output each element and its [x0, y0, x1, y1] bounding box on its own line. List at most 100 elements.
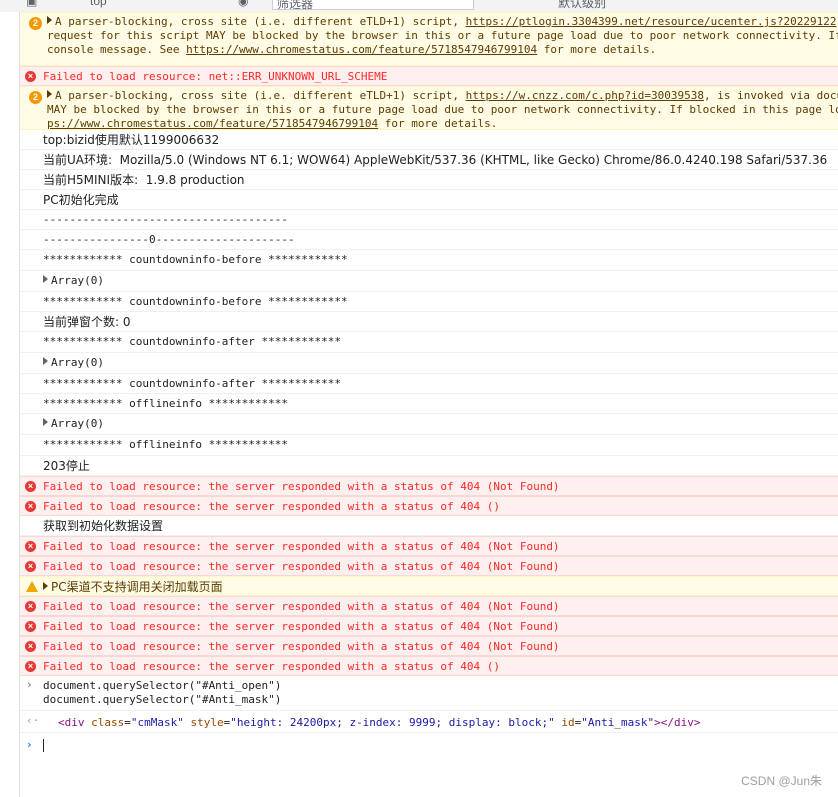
- html-attr: style: [190, 716, 224, 729]
- console-warning: 2 A parser-blocking, cross site (i.e. dif…: [20, 86, 838, 130]
- html-attr: class: [91, 716, 125, 729]
- warning-link[interactable]: https://www.chromestatus.com/feature/571…: [186, 43, 537, 56]
- console-prompt[interactable]: ›: [20, 733, 838, 757]
- console-array-log[interactable]: Array(0): [20, 414, 838, 435]
- console-log: ************ offlineinfo ************: [20, 394, 838, 414]
- console-array-log[interactable]: Array(0): [20, 353, 838, 374]
- input-chevron-icon: ›: [26, 678, 33, 691]
- error-text: Failed to load resource: the server resp…: [43, 500, 500, 513]
- console-log: PC初始化完成: [20, 190, 838, 210]
- warning-text: for more details.: [537, 43, 657, 56]
- html-attr: id: [561, 716, 575, 729]
- error-text: Failed to load resource: the server resp…: [43, 620, 560, 633]
- input-line: document.querySelector("#Anti_open"): [43, 679, 282, 692]
- warning-link[interactable]: https://ptlogin.3304399.net/resource/uce…: [466, 15, 837, 28]
- expand-triangle-icon[interactable]: [47, 16, 52, 24]
- error-icon: ×: [25, 621, 36, 632]
- log-text: ************ offlineinfo ************: [43, 397, 289, 410]
- warning-line: MAY be blocked by the browser in this or…: [47, 103, 838, 117]
- warning-link[interactable]: ps://www.chromestatus.com/feature/571854…: [47, 117, 378, 129]
- console-error: × Failed to load resource: the server res…: [20, 556, 838, 576]
- error-text: Failed to load resource: the server resp…: [43, 540, 560, 553]
- watermark: CSDN @Jun朱: [741, 774, 822, 788]
- warning-line: ps://www.chromestatus.com/feature/571854…: [47, 117, 838, 129]
- log-text: 当前弹窗个数: 0: [43, 315, 131, 329]
- console-gutter: [0, 12, 20, 797]
- error-icon: ×: [25, 561, 36, 572]
- error-icon: ×: [25, 601, 36, 612]
- log-levels-dropdown[interactable]: 默认级别: [558, 0, 606, 11]
- html-tag: ></div>: [654, 716, 701, 729]
- warning-icon: [26, 581, 38, 592]
- error-text: Failed to load resource: the server resp…: [43, 660, 500, 673]
- sidebar-toggle-icon[interactable]: ▣: [26, 0, 37, 8]
- filter-input[interactable]: 筛选器: [272, 0, 474, 11]
- html-tag: <div: [58, 716, 85, 729]
- console-log: ************ countdowninfo-after *******…: [20, 332, 838, 353]
- console-error: × Failed to load resource: the server res…: [20, 536, 838, 556]
- console-log: ************ countdowninfo-before ******…: [20, 292, 838, 312]
- log-text: ************ offlineinfo ************: [43, 438, 289, 451]
- console-log: ************ offlineinfo ************: [20, 435, 838, 456]
- console-log: ----------------0---------------------: [20, 230, 838, 250]
- console-log: ************ countdowninfo-after *******…: [20, 374, 838, 394]
- warning-text: request for this script MAY be blocked b…: [47, 29, 838, 42]
- warning-text: A parser-blocking, cross site (i.e. diff…: [55, 15, 466, 28]
- console-error: × Failed to load resource: the server res…: [20, 656, 838, 676]
- log-text: top:bizid使用默认1199006632: [43, 133, 220, 147]
- console-error: × Failed to load resource: net::ERR_UNKNO…: [20, 66, 838, 86]
- console-result[interactable]: ‹· <div class="cmMask" style="height: 242…: [20, 711, 838, 733]
- console-log: 当前弹窗个数: 0: [20, 312, 838, 332]
- html-attr-value: "cmMask": [130, 716, 184, 729]
- log-text: -------------------------------------: [43, 213, 289, 226]
- log-text: 获取到初始化数据设置: [43, 519, 164, 533]
- expand-triangle-icon[interactable]: [43, 275, 48, 283]
- expand-triangle-icon[interactable]: [43, 582, 48, 590]
- console-log: 203停止: [20, 456, 838, 476]
- console-warning: 2 A parser-blocking, cross site (i.e. dif…: [20, 12, 838, 66]
- warning-line: request for this script MAY be blocked b…: [47, 29, 838, 43]
- input-line: document.querySelector("#Anti_mask"): [43, 693, 282, 706]
- array-preview: Array(0): [51, 417, 104, 430]
- console-error: × Failed to load resource: the server res…: [20, 476, 838, 496]
- error-text: Failed to load resource: the server resp…: [43, 480, 560, 493]
- error-icon: ×: [25, 71, 36, 82]
- warning-link[interactable]: https://w.cnzz.com/c.php?id=30039538: [466, 89, 704, 102]
- console-messages: 2 A parser-blocking, cross site (i.e. dif…: [20, 12, 838, 757]
- prompt-chevron-icon: ›: [26, 738, 33, 751]
- error-icon: ×: [25, 501, 36, 512]
- warning-line: A parser-blocking, cross site (i.e. diff…: [47, 89, 838, 103]
- error-icon: ×: [25, 481, 36, 492]
- warning-line: console message. See https://www.chromes…: [47, 43, 838, 57]
- error-icon: ×: [25, 661, 36, 672]
- expand-triangle-icon[interactable]: [43, 357, 48, 365]
- log-text: 当前UA环境: Mozilla/5.0 (Windows NT 6.1; WOW…: [43, 153, 828, 167]
- log-text: 当前H5MINI版本: 1.9.8 production: [43, 173, 245, 187]
- console-log: 获取到初始化数据设置: [20, 516, 838, 536]
- console-error: × Failed to load resource: the server res…: [20, 596, 838, 616]
- log-text: ************ countdowninfo-before ******…: [43, 253, 348, 266]
- warning-text: console message. See: [47, 43, 187, 56]
- console-error: × Failed to load resource: the server res…: [20, 636, 838, 656]
- console-array-log[interactable]: Array(0): [20, 271, 838, 292]
- array-preview: Array(0): [51, 274, 104, 287]
- console-error: × Failed to load resource: the server res…: [20, 616, 838, 636]
- error-text: Failed to load resource: the server resp…: [43, 600, 560, 613]
- error-icon: ×: [25, 641, 36, 652]
- error-text: Failed to load resource: the server resp…: [43, 560, 560, 573]
- log-text: ************ countdowninfo-after *******…: [43, 377, 342, 390]
- warning-line: A parser-blocking, cross site (i.e. diff…: [47, 15, 838, 29]
- context-selector[interactable]: top: [90, 0, 107, 8]
- log-text: ************ countdowninfo-before ******…: [43, 295, 348, 308]
- html-attr-value: "height: 24200px; z-index: 9999; display…: [230, 716, 555, 729]
- expand-triangle-icon[interactable]: [47, 90, 52, 98]
- warning-text: , is invoked via docu: [704, 89, 838, 102]
- console-warning: PC渠道不支持调用关闭加载页面: [20, 576, 838, 596]
- result-arrow-icon: ‹·: [26, 714, 40, 727]
- eye-icon[interactable]: ◉: [238, 0, 248, 8]
- array-preview: Array(0): [51, 356, 104, 369]
- expand-triangle-icon[interactable]: [43, 418, 48, 426]
- console-log: ************ countdowninfo-before ******…: [20, 250, 838, 271]
- warning-count-badge: 2: [29, 17, 42, 30]
- log-text: PC初始化完成: [43, 193, 119, 207]
